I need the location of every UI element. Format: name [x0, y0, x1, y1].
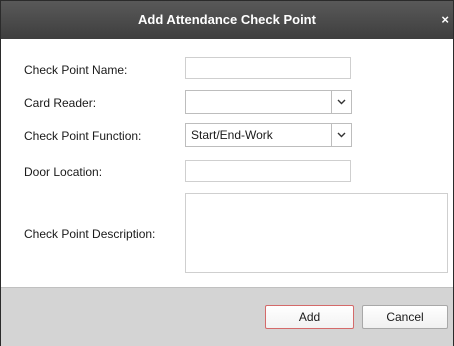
- dialog-title: Add Attendance Check Point: [138, 12, 316, 27]
- dialog-footer: Add Cancel: [1, 287, 453, 346]
- card-reader-label: Card Reader:: [24, 96, 97, 110]
- check-point-function-label: Check Point Function:: [24, 129, 142, 143]
- chevron-down-icon: [337, 132, 346, 138]
- chevron-down-icon: [337, 99, 346, 105]
- close-icon[interactable]: ×: [441, 1, 449, 39]
- check-point-function-selected-value: Start/End-Work: [191, 128, 273, 142]
- card-reader-select[interactable]: [185, 90, 352, 114]
- check-point-description-label: Check Point Description:: [24, 227, 156, 241]
- cancel-button[interactable]: Cancel: [362, 305, 448, 329]
- check-point-function-select[interactable]: Start/End-Work: [185, 123, 352, 147]
- add-button[interactable]: Add: [265, 305, 354, 329]
- check-point-function-dropdown-button[interactable]: [331, 124, 351, 146]
- door-location-label: Door Location:: [24, 165, 103, 179]
- check-point-description-textarea[interactable]: [185, 193, 448, 273]
- check-point-name-input[interactable]: [185, 57, 351, 79]
- check-point-name-label: Check Point Name:: [24, 63, 128, 77]
- card-reader-dropdown-button[interactable]: [331, 91, 351, 113]
- dialog-titlebar: Add Attendance Check Point ×: [1, 1, 453, 39]
- door-location-input[interactable]: [185, 160, 351, 182]
- add-attendance-check-point-dialog: Add Attendance Check Point × Check Point…: [0, 0, 454, 346]
